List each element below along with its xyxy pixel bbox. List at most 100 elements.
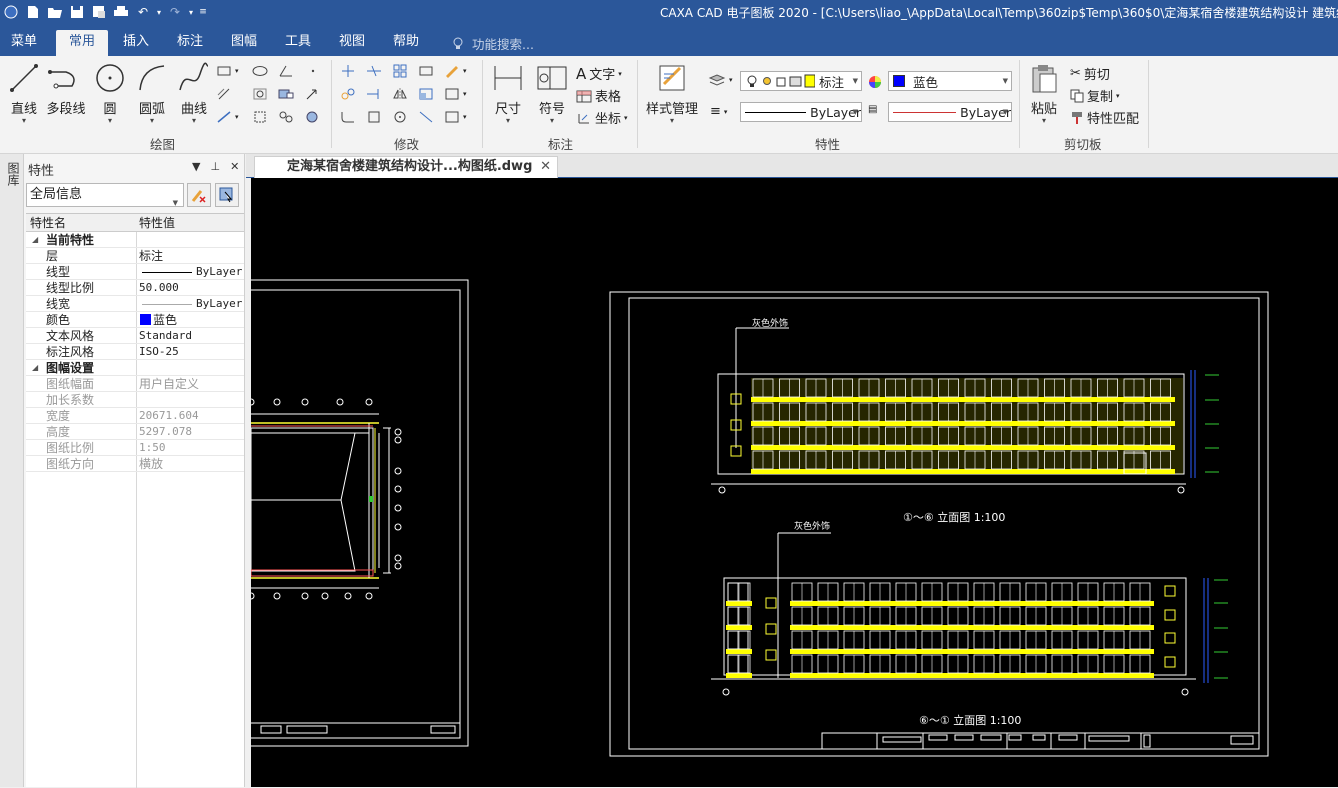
tab-insert[interactable]: 插入 — [114, 30, 158, 56]
array-tool[interactable] — [392, 64, 408, 78]
offset-tool[interactable] — [278, 110, 294, 124]
tab-sheet[interactable]: 图幅 — [222, 30, 266, 56]
feature-search[interactable]: 功能搜索... — [452, 34, 534, 53]
boundary-tool[interactable] — [252, 87, 268, 101]
point-icon — [311, 69, 315, 73]
angle-tool[interactable] — [278, 64, 294, 78]
text-label: 文字 — [589, 68, 616, 83]
pick-tool[interactable] — [304, 87, 320, 101]
lineweight-combo[interactable]: ByLayer ▼ — [888, 102, 1012, 122]
prop-row-text-style[interactable]: 文本风格 Standard — [26, 328, 244, 344]
object-selector[interactable]: 全局信息 ▼ — [26, 183, 184, 207]
scale-tool[interactable] — [418, 87, 434, 101]
library-tab[interactable]: 图库 — [5, 162, 22, 186]
more-modify-tool[interactable]: ▾ — [444, 110, 467, 124]
app-icon[interactable] — [0, 3, 22, 21]
redo-dropdown-icon[interactable]: ▾ — [186, 3, 196, 21]
image-tool[interactable] — [304, 110, 320, 124]
cut-button[interactable]: ✂ 剪切 — [1070, 64, 1110, 83]
prop-row-linetype[interactable]: 线型 ByLayer — [26, 264, 244, 280]
color-combo[interactable]: 蓝色 ▼ — [888, 71, 1012, 91]
undo-dropdown-icon[interactable]: ▾ — [154, 3, 164, 21]
trim-tool[interactable] — [366, 64, 382, 78]
extend-tool[interactable] — [366, 87, 382, 101]
document-tab[interactable]: 定海某宿舍楼建筑结构设计...构图纸.dwg ✕ — [254, 156, 558, 178]
lineweight-tool[interactable]: ▤ — [868, 104, 877, 115]
construction-line-tool[interactable]: ▾ — [216, 110, 239, 124]
block-tool[interactable] — [278, 87, 294, 101]
stretch-tool[interactable] — [418, 64, 434, 78]
prop-row-lineweight[interactable]: 线宽 ByLayer — [26, 296, 244, 312]
clear-selection-button[interactable] — [187, 183, 211, 207]
tab-menu[interactable]: 菜单 — [3, 30, 45, 56]
tab-tools[interactable]: 工具 — [276, 30, 320, 56]
save-as-icon[interactable] — [88, 3, 110, 21]
copy-button[interactable]: 复制 ▾ — [1070, 86, 1120, 105]
centerline-tool[interactable] — [252, 110, 268, 124]
tab-help[interactable]: 帮助 — [384, 30, 428, 56]
coordinate-icon — [578, 113, 589, 123]
prop-row-color[interactable]: 颜色 蓝色 — [26, 312, 244, 328]
break-tool[interactable] — [366, 110, 382, 124]
coord-tool[interactable]: 坐标 ▾ — [576, 108, 628, 127]
linetype-tool[interactable]: ≡ ▾ — [710, 104, 727, 119]
rotate-tool[interactable] — [392, 110, 408, 124]
circle-button[interactable]: 圆 ▾ — [94, 62, 126, 125]
panel-menu-icon[interactable]: ▼ — [192, 160, 200, 173]
layer-combo[interactable]: 标注 ▼ — [740, 71, 862, 91]
table-tool[interactable]: 表格 — [576, 86, 621, 105]
rectangle-tool[interactable]: ▾ — [216, 64, 239, 78]
tab-view[interactable]: 视图 — [330, 30, 374, 56]
redo-icon[interactable]: ↷ — [164, 3, 186, 21]
menu-bar: 菜单 常用 插入 标注 图幅 工具 视图 帮助 功能搜索... — [0, 24, 1338, 56]
text-tool[interactable]: A 文字 ▾ — [576, 64, 622, 84]
tab-common[interactable]: 常用 — [56, 30, 108, 56]
quick-select-button[interactable] — [215, 183, 239, 207]
chamfer-tool[interactable] — [418, 110, 434, 124]
arc-button[interactable]: 圆弧 ▾ — [136, 62, 168, 125]
section-sheet[interactable]: ◢ 图幅设置 — [26, 360, 244, 376]
pin-icon[interactable]: ⊥ — [210, 160, 220, 173]
table-icon — [576, 90, 592, 102]
close-tab-icon[interactable]: ✕ — [540, 157, 551, 177]
point-tool[interactable] — [308, 64, 318, 78]
print-icon[interactable] — [110, 3, 132, 21]
close-icon[interactable]: ✕ — [230, 160, 239, 173]
open-file-icon[interactable] — [44, 3, 66, 21]
tab-annotate[interactable]: 标注 — [168, 30, 212, 56]
color-wheel-button[interactable] — [867, 74, 883, 90]
dimension-button[interactable]: 尺寸 ▾ — [492, 62, 524, 125]
section-current[interactable]: ◢ 当前特性 — [26, 232, 244, 248]
drawing-canvas[interactable]: 灰色外饰 ①～⑥ 立面图 1:100 灰色外饰 ⑥～① 立面图 1:100 — [251, 178, 1338, 787]
layer-manager-tool[interactable]: ▾ — [708, 72, 733, 88]
prop-row-linetype-scale[interactable]: 线型比例 50.000 — [26, 280, 244, 296]
paste-button[interactable]: 粘贴 ▾ — [1028, 62, 1060, 125]
prop-row-dim-style[interactable]: 标注风格 ISO-25 — [26, 344, 244, 360]
line-button[interactable]: 直线 ▾ — [8, 62, 40, 125]
caption-lower: ⑥～① 立面图 1:100 — [919, 713, 1021, 727]
move-tool[interactable] — [340, 64, 356, 78]
save-icon[interactable] — [66, 3, 88, 21]
linetype-combo[interactable]: ByLayer ▼ — [740, 102, 862, 122]
curve-button[interactable]: 曲线 ▾ — [178, 62, 210, 125]
ellipse-tool[interactable] — [252, 64, 268, 78]
move-icon — [342, 65, 354, 77]
mirror-tool[interactable] — [392, 87, 408, 101]
new-file-icon[interactable] — [22, 3, 44, 21]
curve-label: 曲线 — [180, 102, 207, 117]
hatch-tool[interactable] — [216, 87, 232, 101]
match-props-button[interactable]: 特性匹配 — [1070, 108, 1139, 127]
symbol-button[interactable]: 符号 ▾ — [536, 62, 568, 125]
customize-qa-icon[interactable]: ≡ — [196, 3, 210, 21]
layer-stack-icon — [708, 74, 726, 86]
undo-icon[interactable]: ↶ — [132, 3, 154, 21]
prop-row-layer[interactable]: 层标注 — [26, 248, 244, 264]
style-manage-button[interactable]: 样式管理 ▾ — [646, 62, 698, 125]
polyline-button[interactable]: 多段线 — [46, 62, 86, 117]
explode-tool[interactable]: ▾ — [444, 87, 467, 101]
edit-tool[interactable]: ▾ — [444, 64, 467, 78]
boundary-icon — [253, 88, 267, 100]
copy-object-tool[interactable] — [340, 87, 356, 101]
fillet-tool[interactable] — [340, 110, 356, 124]
polyline-icon — [48, 70, 75, 89]
